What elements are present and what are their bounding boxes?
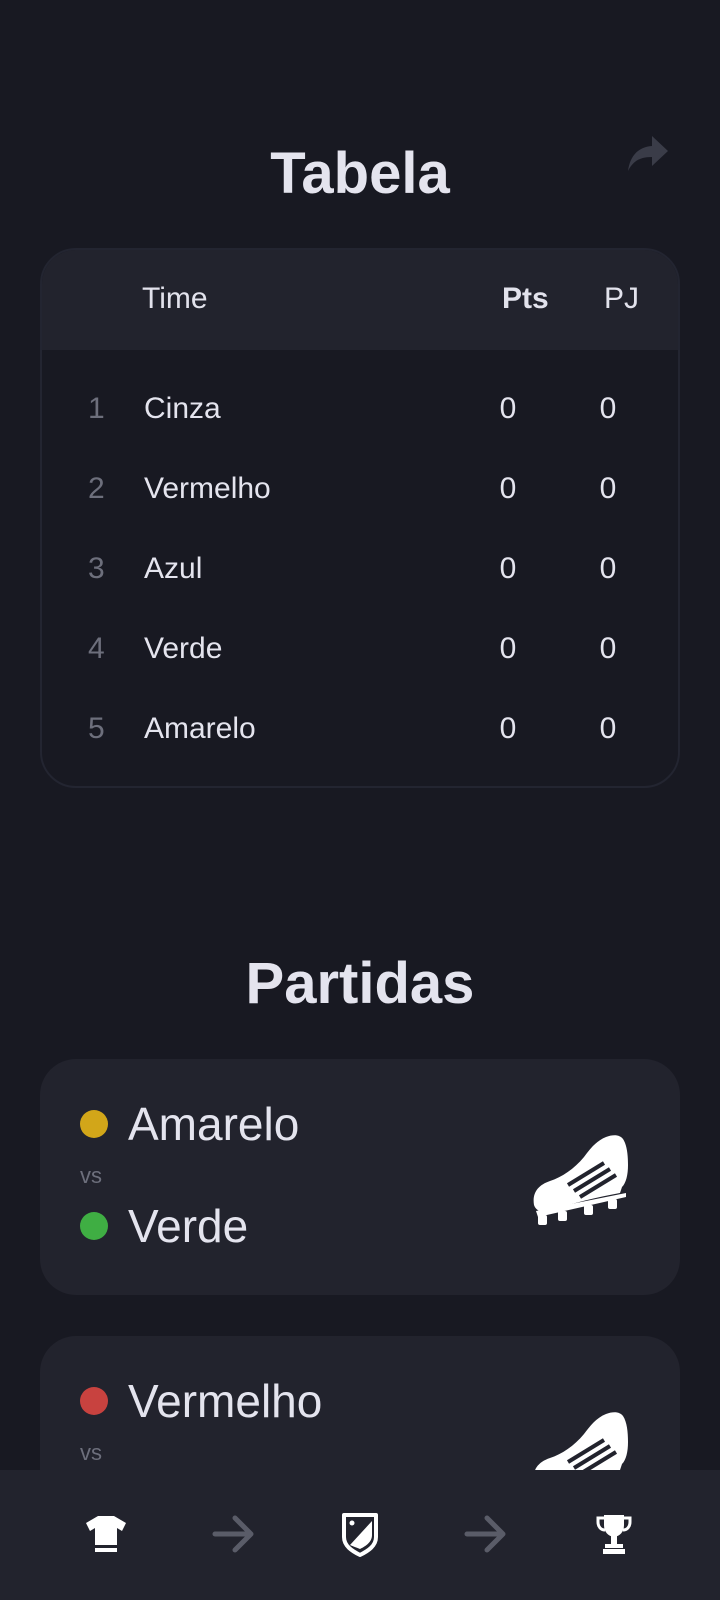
team-color-dot [80, 1212, 108, 1240]
row-played: 0 [599, 392, 617, 425]
team-name: Amarelo [128, 1098, 300, 1150]
standings-title: Tabela [270, 141, 450, 206]
row-points: 0 [499, 552, 517, 585]
team-name: Verde [128, 1200, 249, 1252]
team-color-dot [80, 1110, 108, 1138]
nav-matches[interactable] [332, 1506, 388, 1562]
row-position: 4 [88, 632, 105, 665]
app-screen: Tabela Time Pts PJ 1 Cinza 0 0 2 Vermelh… [0, 0, 720, 1600]
row-points: 0 [499, 472, 517, 505]
nav-step-arrow [206, 1506, 262, 1562]
row-points: 0 [499, 392, 517, 425]
home-team: Vermelho [80, 1374, 322, 1428]
standings-header: Time Pts PJ [42, 250, 678, 350]
row-team: Verde [144, 632, 223, 665]
row-team: Cinza [144, 392, 221, 425]
team-name: Vermelho [128, 1375, 323, 1427]
table-row[interactable]: 4 Verde 0 0 [42, 620, 678, 680]
row-position: 3 [88, 552, 105, 585]
row-team: Azul [144, 552, 203, 585]
table-row[interactable]: 2 Vermelho 0 0 [42, 460, 678, 520]
table-row[interactable]: 1 Cinza 0 0 [42, 380, 678, 440]
matches-title: Partidas [245, 951, 475, 1016]
arrow-right-icon [212, 1515, 254, 1553]
soccer-boot-icon [533, 1135, 628, 1225]
header-played: PJ [604, 282, 640, 315]
home-team: Amarelo [80, 1097, 299, 1151]
row-team: Amarelo [144, 712, 256, 745]
shield-badge-icon [342, 1513, 378, 1557]
match-card[interactable]: Amarelo vs Verde [40, 1059, 680, 1295]
table-row[interactable]: 3 Azul 0 0 [42, 540, 678, 600]
row-position: 1 [88, 392, 105, 425]
nav-trophy[interactable] [586, 1506, 642, 1562]
vs-label: vs [80, 1440, 102, 1465]
team-color-dot [80, 1387, 108, 1415]
header-team: Time [142, 282, 208, 315]
row-position: 2 [88, 472, 105, 505]
row-played: 0 [599, 712, 617, 745]
header-points: Pts [502, 282, 549, 315]
table-row[interactable]: 5 Amarelo 0 0 [42, 700, 678, 760]
vs-label: vs [80, 1163, 102, 1188]
row-points: 0 [499, 712, 517, 745]
row-played: 0 [599, 552, 617, 585]
nav-step-arrow [458, 1506, 514, 1562]
nav-teams[interactable] [78, 1506, 134, 1562]
row-team: Vermelho [144, 472, 271, 505]
row-points: 0 [499, 632, 517, 665]
away-team: Verde [80, 1199, 248, 1253]
trophy-icon [596, 1515, 632, 1554]
jersey-icon [86, 1516, 126, 1552]
row-position: 5 [88, 712, 105, 745]
bottom-navigation [0, 1470, 720, 1600]
arrow-right-icon [464, 1515, 506, 1553]
row-played: 0 [599, 632, 617, 665]
standings-table: Time Pts PJ 1 Cinza 0 0 2 Vermelho 0 0 3… [40, 248, 680, 788]
row-played: 0 [599, 472, 617, 505]
